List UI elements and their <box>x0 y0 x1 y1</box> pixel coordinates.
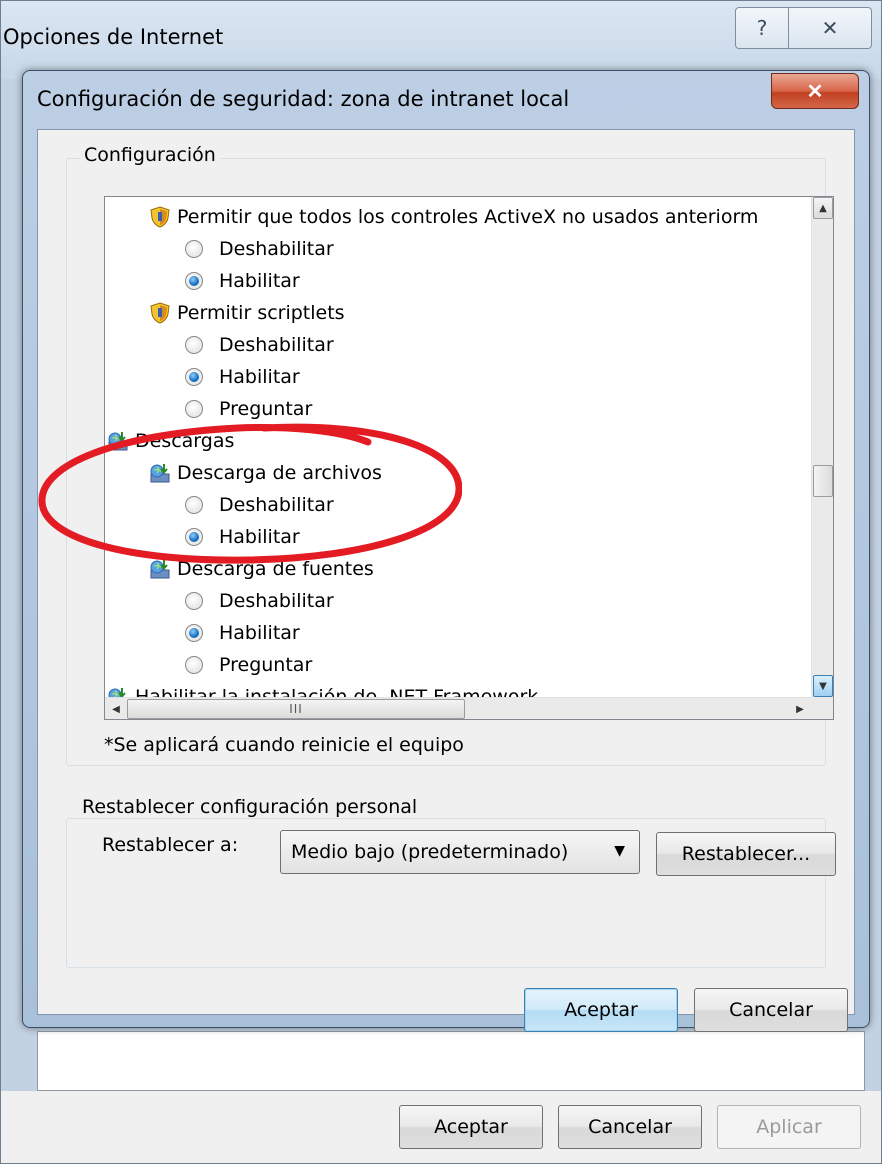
scroll-corner <box>811 697 833 719</box>
horizontal-scrollbar[interactable]: ◀ III ▶ <box>105 697 811 719</box>
download-icon <box>107 430 129 452</box>
tree-item-label: Descargas <box>135 430 235 452</box>
tree-item-label: Preguntar <box>219 654 313 676</box>
reset-level-value: Medio bajo (predeterminado) <box>291 841 569 863</box>
radio-checked[interactable] <box>185 272 203 290</box>
tree-item-setting: Permitir scriptlets <box>149 297 345 329</box>
tree-item-label: Deshabilitar <box>219 494 334 516</box>
tree-item-label: Habilitar <box>219 526 300 548</box>
vertical-scroll-thumb[interactable] <box>813 465 833 497</box>
tree-item-setting: Descarga de archivos <box>149 457 382 489</box>
shield-icon <box>149 302 171 324</box>
tree-item-option[interactable]: Preguntar <box>185 393 312 425</box>
tree-item-label: Deshabilitar <box>219 334 334 356</box>
tree-item-setting: Descarga de fuentes <box>149 553 374 585</box>
horizontal-scroll-thumb[interactable]: III <box>127 699 465 719</box>
radio-unchecked[interactable] <box>185 400 203 418</box>
tree-item-option[interactable]: Preguntar <box>185 649 312 681</box>
settings-tree-list[interactable]: Permitir que todos los controles ActiveX… <box>104 196 834 720</box>
outer-apply-button: Aplicar <box>717 1105 861 1149</box>
tree-item-setting: Permitir que todos los controles ActiveX… <box>149 201 758 233</box>
help-button[interactable]: ? <box>735 7 789 49</box>
tree-item-option[interactable]: Habilitar <box>185 617 300 649</box>
reset-to-label: Restablecer a: <box>102 834 239 856</box>
download-icon <box>149 558 171 580</box>
settings-tree-viewport: Permitir que todos los controles ActiveX… <box>105 197 811 697</box>
dialog-close-button[interactable]: ✕ <box>771 73 859 109</box>
tree-item-label: Habilitar <box>219 366 300 388</box>
scroll-up-button[interactable]: ▲ <box>813 197 833 219</box>
outer-titlebar: Opciones de Internet ? ✕ <box>1 1 881 79</box>
tree-item-label: Descarga de fuentes <box>177 558 374 580</box>
tree-item-label: Descarga de archivos <box>177 462 382 484</box>
scroll-left-button[interactable]: ◀ <box>105 698 127 719</box>
tree-item-label: Habilitar la instalación de .NET Framewo… <box>135 686 539 697</box>
close-icon: ✕ <box>821 16 839 40</box>
outer-cancel-button[interactable]: Cancelar <box>558 1105 702 1149</box>
outer-close-button[interactable]: ✕ <box>788 7 872 49</box>
chevron-down-icon: ▼ <box>614 843 625 859</box>
outer-content-panel <box>37 1031 865 1091</box>
grip-icon: III <box>289 702 303 716</box>
tree-item-label: Habilitar <box>219 622 300 644</box>
restart-note: *Se aplicará cuando reinicie el equipo <box>104 734 464 756</box>
security-settings-dialog: Configuración de seguridad: zona de intr… <box>22 70 870 1032</box>
dialog-title: Configuración de seguridad: zona de intr… <box>37 87 570 111</box>
dialog-body: Configuración Permitir que todos los con… <box>37 129 855 1032</box>
tree-item-option[interactable]: Deshabilitar <box>185 489 334 521</box>
tree-item-label: Habilitar <box>219 270 300 292</box>
radio-unchecked[interactable] <box>185 336 203 354</box>
settings-group-label: Configuración <box>80 144 220 166</box>
radio-checked[interactable] <box>185 528 203 546</box>
tree-item-label: Deshabilitar <box>219 590 334 612</box>
scroll-right-button[interactable]: ▶ <box>789 698 811 719</box>
scroll-down-button[interactable]: ▼ <box>813 675 833 697</box>
download-icon <box>107 686 129 697</box>
radio-unchecked[interactable] <box>185 496 203 514</box>
radio-checked[interactable] <box>185 368 203 386</box>
radio-unchecked[interactable] <box>185 592 203 610</box>
tree-item-category: Habilitar la instalación de .NET Framewo… <box>107 681 538 697</box>
outer-window-title: Opciones de Internet <box>3 25 224 49</box>
tree-item-option[interactable]: Deshabilitar <box>185 233 334 265</box>
tree-item-category: Descargas <box>107 425 234 457</box>
shield-icon <box>149 206 171 228</box>
download-icon <box>149 462 171 484</box>
radio-unchecked[interactable] <box>185 240 203 258</box>
close-icon: ✕ <box>806 80 824 103</box>
reset-group-label: Restablecer configuración personal <box>78 796 422 818</box>
reset-button[interactable]: Restablecer... <box>656 832 836 876</box>
tree-item-option[interactable]: Habilitar <box>185 361 300 393</box>
tree-item-option[interactable]: Habilitar <box>185 521 300 553</box>
reset-level-select[interactable]: Medio bajo (predeterminado) ▼ <box>280 830 640 874</box>
dialog-cancel-button[interactable]: Cancelar <box>694 988 848 1032</box>
radio-unchecked[interactable] <box>185 656 203 674</box>
tree-item-option[interactable]: Habilitar <box>185 265 300 297</box>
help-icon: ? <box>756 16 768 40</box>
tree-item-option[interactable]: Deshabilitar <box>185 329 334 361</box>
vertical-scrollbar[interactable]: ▲ ▼ <box>811 197 833 697</box>
dialog-accept-button[interactable]: Aceptar <box>524 988 678 1032</box>
tree-item-label: Permitir que todos los controles ActiveX… <box>177 206 759 228</box>
tree-item-option[interactable]: Deshabilitar <box>185 585 334 617</box>
radio-checked[interactable] <box>185 624 203 642</box>
outer-accept-button[interactable]: Aceptar <box>399 1105 543 1149</box>
tree-item-label: Deshabilitar <box>219 238 334 260</box>
tree-item-label: Preguntar <box>219 398 313 420</box>
tree-item-label: Permitir scriptlets <box>177 302 345 324</box>
